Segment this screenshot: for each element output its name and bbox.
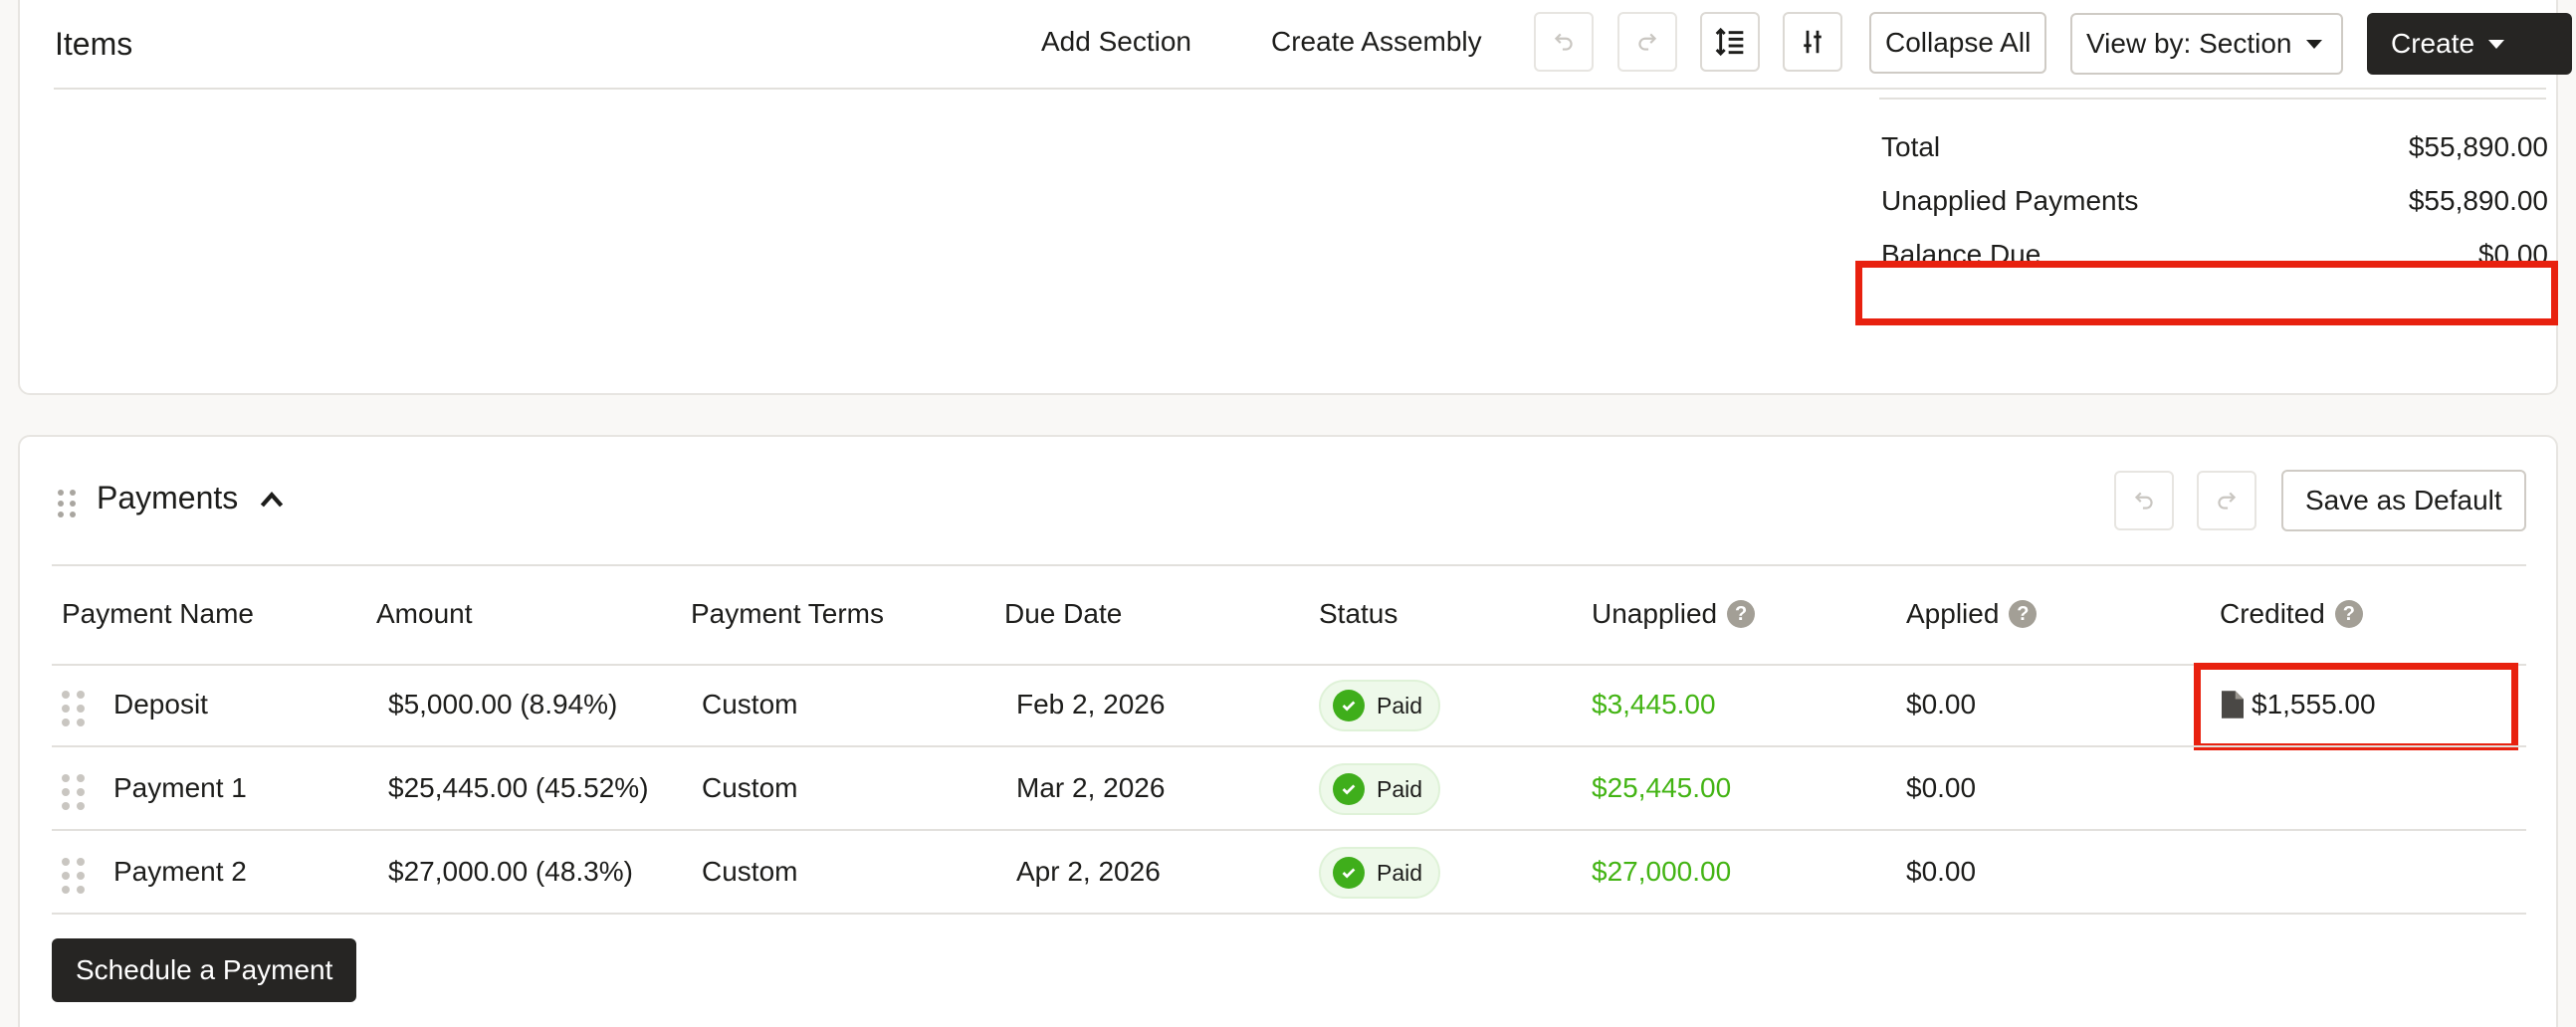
line-spacing-icon	[1715, 27, 1744, 57]
view-by-label: View by: Section	[2086, 28, 2292, 59]
payment-amount: $5,000.00 (8.94%)	[388, 689, 618, 719]
add-section-button[interactable]: Add Section	[1041, 26, 1191, 58]
drag-handle-icon[interactable]	[62, 691, 85, 726]
column-header-unapplied[interactable]: Unapplied?	[1592, 598, 1756, 630]
status-label: Paid	[1377, 775, 1423, 802]
column-header[interactable]: Payment Terms	[691, 598, 884, 630]
column-header[interactable]: Payment Name	[62, 598, 254, 630]
redo-icon	[2218, 492, 2237, 510]
summary-unapplied-payments: Unapplied Payments $55,890.00	[1881, 181, 2548, 221]
payment-amount: $27,000.00 (48.3%)	[388, 856, 633, 887]
payments-undo-button[interactable]	[2114, 471, 2174, 530]
undo-icon	[2134, 492, 2153, 510]
payment-applied: $0.00	[1906, 689, 1977, 719]
chevron-down-icon	[2488, 39, 2505, 49]
items-title: Items	[55, 26, 133, 62]
payment-name[interactable]: Deposit	[113, 689, 208, 720]
divider	[54, 88, 2546, 90]
payments-redo-button[interactable]	[2197, 471, 2256, 530]
column-header: Credited	[2220, 598, 2325, 629]
payment-terms: Custom	[702, 689, 798, 719]
create-dropdown-button[interactable]: Create	[2367, 13, 2572, 75]
view-by-dropdown[interactable]: View by: Section	[2070, 13, 2343, 75]
summary-value: $55,890.00	[2408, 131, 2548, 162]
payment-due-date: Apr 2, 2026	[1016, 856, 1161, 887]
payment-due-date: Mar 2, 2026	[1016, 772, 1166, 803]
payment-name[interactable]: Payment 2	[113, 856, 247, 888]
redo-icon	[1638, 33, 1657, 51]
collapse-payments-toggle[interactable]	[257, 488, 287, 516]
status-badge: Paid	[1319, 847, 1440, 899]
payment-unapplied: $27,000.00	[1592, 856, 1732, 887]
help-icon[interactable]: ?	[2334, 600, 2363, 628]
status-label: Paid	[1377, 859, 1423, 886]
payments-card	[18, 435, 2558, 1027]
save-as-default-button[interactable]: Save as Default	[2281, 470, 2526, 531]
sliders-icon	[1804, 30, 1822, 54]
line-spacing-button[interactable]	[1700, 12, 1760, 72]
drag-handle-icon[interactable]	[62, 858, 85, 894]
items-card: Items Add Section Create Assembly Collap…	[18, 0, 2572, 395]
payment-amount: $25,445.00 (45.52%)	[388, 772, 649, 803]
column-header: Applied	[1906, 598, 2000, 629]
payments-title: Payments	[97, 480, 239, 515]
divider	[52, 564, 2526, 566]
divider	[52, 913, 2526, 915]
create-label: Create	[2391, 28, 2475, 59]
drag-handle-icon[interactable]	[58, 490, 76, 517]
undo-button[interactable]	[1534, 12, 1594, 72]
column-header[interactable]: Status	[1319, 598, 1397, 630]
payment-name[interactable]: Payment 1	[113, 772, 247, 804]
redo-button[interactable]	[1617, 12, 1677, 72]
settings-sliders-button[interactable]	[1783, 12, 1842, 72]
divider	[52, 745, 2526, 747]
check-circle-icon	[1333, 857, 1365, 889]
balance-due-highlight	[1855, 261, 2558, 325]
payment-applied: $0.00	[1906, 856, 1977, 887]
divider	[52, 664, 2526, 666]
column-header-applied[interactable]: Applied?	[1906, 598, 2038, 630]
schedule-payment-button[interactable]: Schedule a Payment	[52, 938, 357, 1002]
help-icon[interactable]: ?	[1727, 600, 1756, 628]
summary-total: Total $55,890.00	[1881, 127, 2548, 167]
undo-icon	[1554, 33, 1573, 51]
column-header: Unapplied	[1592, 598, 1718, 629]
drag-handle-icon[interactable]	[62, 774, 85, 810]
check-circle-icon	[1333, 690, 1365, 721]
summary-label: Total	[1881, 131, 1941, 162]
summary-label: Unapplied Payments	[1881, 185, 2139, 216]
help-icon[interactable]: ?	[2009, 600, 2038, 628]
create-assembly-button[interactable]: Create Assembly	[1271, 26, 1482, 58]
column-header[interactable]: Due Date	[1004, 598, 1122, 630]
divider	[52, 829, 2526, 831]
payment-unapplied: $3,445.00	[1592, 689, 1716, 719]
payment-applied: $0.00	[1906, 772, 1977, 803]
check-circle-icon	[1333, 773, 1365, 805]
status-label: Paid	[1377, 692, 1423, 719]
payment-terms: Custom	[702, 772, 798, 803]
payment-terms: Custom	[702, 856, 798, 887]
column-header[interactable]: Amount	[376, 598, 473, 630]
collapse-all-button[interactable]: Collapse All	[1869, 12, 2047, 74]
divider	[1879, 98, 2546, 100]
status-badge: Paid	[1319, 763, 1440, 815]
payment-due-date: Feb 2, 2026	[1016, 689, 1166, 719]
chevron-up-icon	[260, 492, 284, 508]
summary-value: $55,890.00	[2408, 185, 2548, 216]
credited-highlight	[2194, 663, 2518, 750]
chevron-down-icon	[2305, 39, 2322, 49]
status-badge: Paid	[1319, 680, 1440, 731]
payment-unapplied: $25,445.00	[1592, 772, 1732, 803]
column-header-credited[interactable]: Credited?	[2220, 598, 2363, 630]
